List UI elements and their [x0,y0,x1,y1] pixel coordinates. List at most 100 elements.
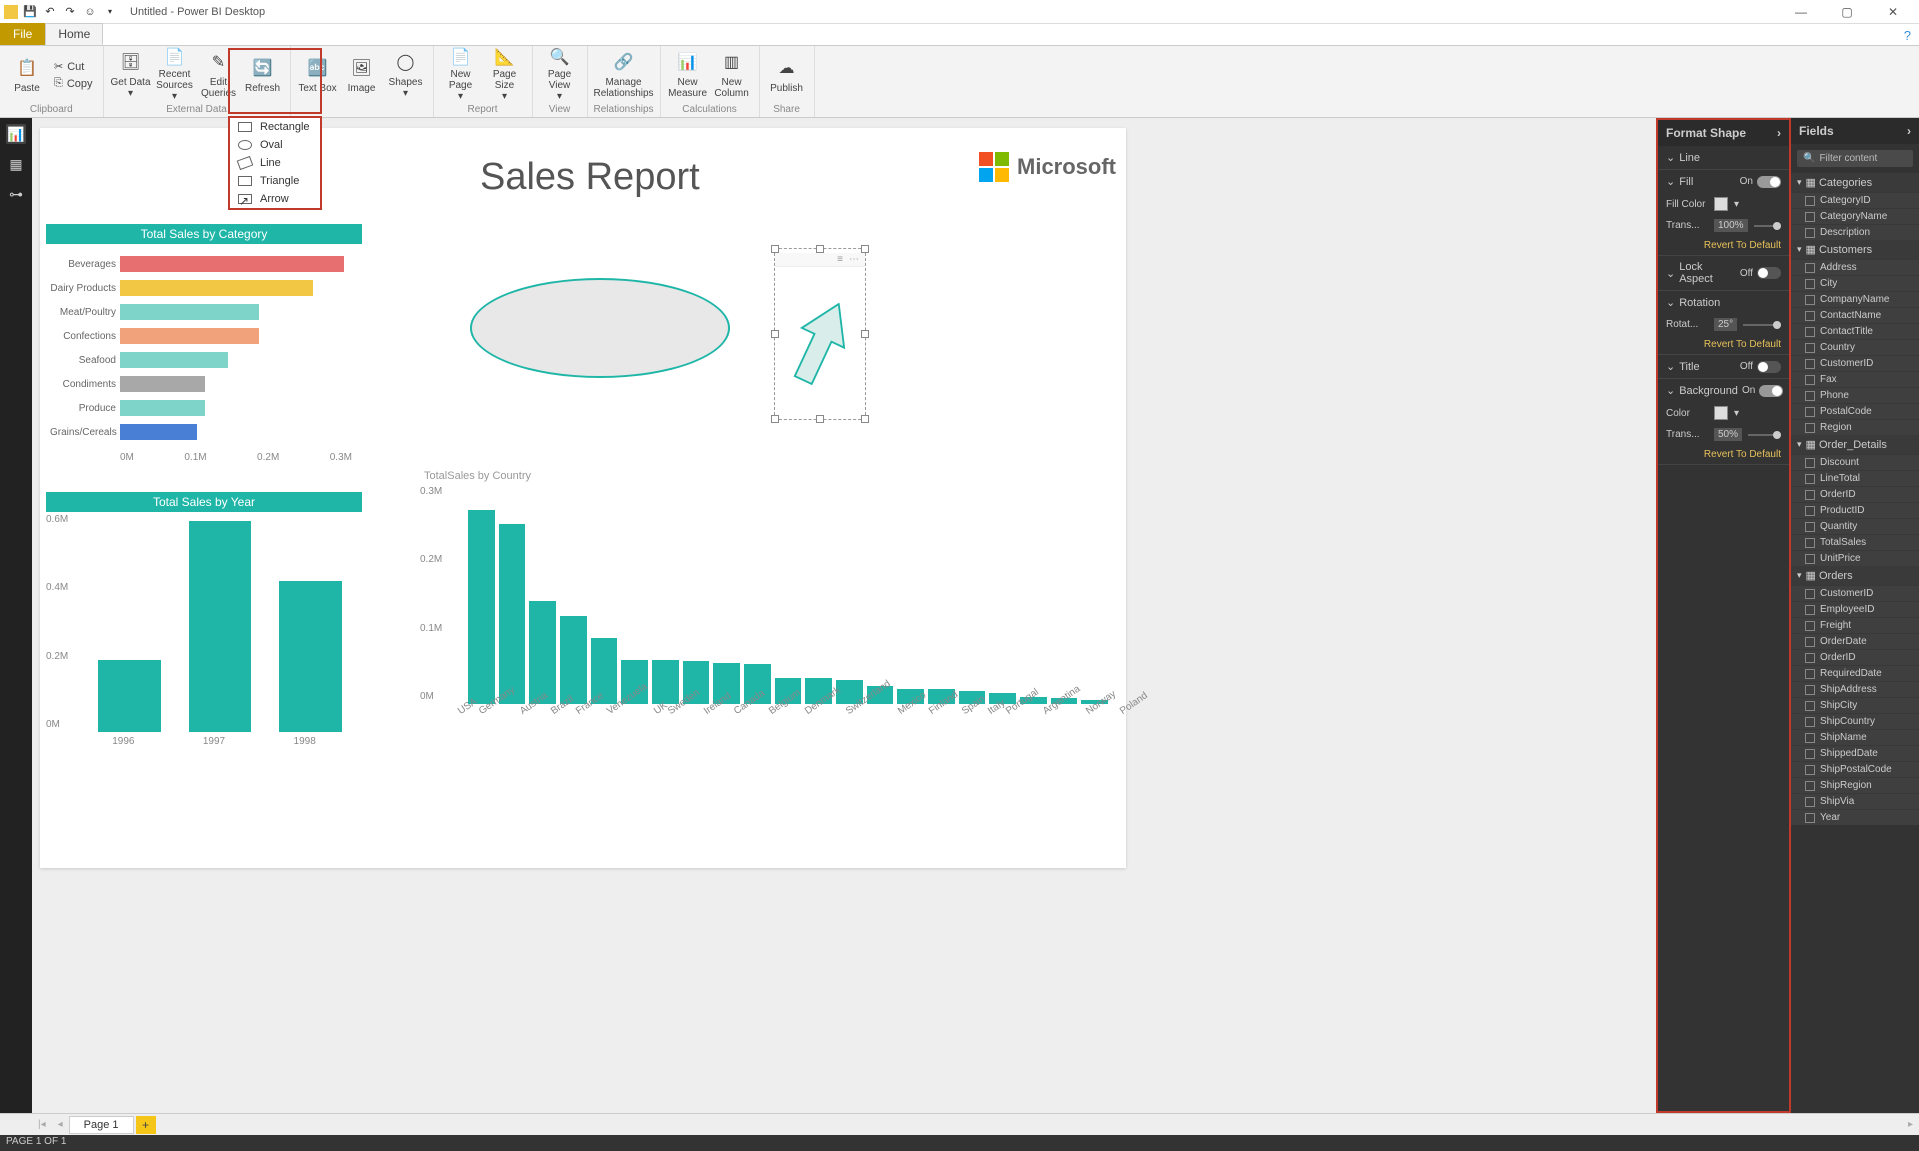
help-icon[interactable]: ? [1896,26,1919,45]
publish-button[interactable]: ☁Publish [766,48,808,102]
table-Orders[interactable]: ▾ ▦ Orders [1791,566,1919,585]
field-OrderID[interactable]: OrderID [1791,486,1919,502]
chart-year[interactable]: Total Sales by Year 0.6M0.4M0.2M0M 19961… [46,492,362,747]
qat-save-icon[interactable]: 💾 [22,4,38,20]
chart-country[interactable]: TotalSales by Country 0.3M0.2M0.1M0M USA… [420,468,1120,719]
shape-drag-icon[interactable]: ≡ [837,254,843,265]
refresh-button[interactable]: 🔄Refresh [242,48,284,102]
lockaspect-toggle[interactable] [1757,267,1781,279]
shape-line[interactable]: Line [230,154,320,172]
section-title[interactable]: ⌄ TitleOff [1658,355,1789,378]
section-lockaspect[interactable]: ⌄ Lock AspectOff [1658,256,1789,290]
window-minimize-icon[interactable]: — [1787,5,1815,19]
field-TotalSales[interactable]: TotalSales [1791,534,1919,550]
window-close-icon[interactable]: ✕ [1879,5,1907,19]
table-Categories[interactable]: ▾ ▦ Categories [1791,173,1919,192]
field-CompanyName[interactable]: CompanyName [1791,291,1919,307]
view-data-icon[interactable]: ▦ [6,154,26,174]
recent-sources-button[interactable]: 📄Recent Sources▾ [154,48,196,102]
image-button[interactable]: 🖼Image [341,48,383,102]
field-Freight[interactable]: Freight [1791,617,1919,633]
fields-collapse-icon[interactable]: › [1907,124,1911,138]
shape-triangle[interactable]: Triangle [230,172,320,190]
fill-color-picker[interactable] [1714,197,1728,211]
pagetab-first[interactable]: |◂ [32,1119,52,1130]
new-page-button[interactable]: 📄New Page▾ [440,48,482,102]
new-measure-button[interactable]: 📊New Measure [667,48,709,102]
arrow-shape-selected[interactable]: ≡⋯ [774,248,866,420]
field-Quantity[interactable]: Quantity [1791,518,1919,534]
fields-search[interactable]: 🔍Filter content [1797,150,1913,167]
field-OrderID[interactable]: OrderID [1791,649,1919,665]
field-CategoryName[interactable]: CategoryName [1791,208,1919,224]
shape-arrow[interactable]: ↗Arrow [230,190,320,208]
view-relationships-icon[interactable]: ⊶ [6,184,26,204]
page-view-button[interactable]: 🔍Page View▾ [539,48,581,102]
view-report-icon[interactable]: 📊 [6,124,26,144]
field-ShipName[interactable]: ShipName [1791,729,1919,745]
bg-trans-slider[interactable] [1748,434,1781,436]
report-canvas[interactable]: Sales Report Microsoft Total Sales by Ca… [40,128,1126,868]
field-ContactName[interactable]: ContactName [1791,307,1919,323]
table-Customers[interactable]: ▾ ▦ Customers [1791,240,1919,259]
field-PostalCode[interactable]: PostalCode [1791,403,1919,419]
field-Discount[interactable]: Discount [1791,454,1919,470]
title-toggle[interactable] [1757,361,1781,373]
field-ShipPostalCode[interactable]: ShipPostalCode [1791,761,1919,777]
pagetab-prev[interactable]: ◂ [52,1119,69,1130]
field-OrderDate[interactable]: OrderDate [1791,633,1919,649]
shapes-button[interactable]: ◯Shapes▾ [385,48,427,102]
text-box-button[interactable]: 🔤Text Box [297,48,339,102]
field-ShipRegion[interactable]: ShipRegion [1791,777,1919,793]
section-line[interactable]: ⌄ Line [1658,146,1789,169]
get-data-button[interactable]: 🗄Get Data▾ [110,48,152,102]
section-rotation[interactable]: ⌄ Rotation [1658,291,1789,314]
field-ShipCity[interactable]: ShipCity [1791,697,1919,713]
field-ProductID[interactable]: ProductID [1791,502,1919,518]
field-Country[interactable]: Country [1791,339,1919,355]
section-fill[interactable]: ⌄ FillOn [1658,170,1789,193]
fill-toggle[interactable] [1757,176,1781,188]
qat-smiley-icon[interactable]: ☺ [82,4,98,20]
shape-oval[interactable]: Oval [230,136,320,154]
field-CategoryID[interactable]: CategoryID [1791,192,1919,208]
field-Fax[interactable]: Fax [1791,371,1919,387]
window-maximize-icon[interactable]: ▢ [1833,5,1861,19]
field-ShippedDate[interactable]: ShippedDate [1791,745,1919,761]
copy-button[interactable]: ⎘ Copy [50,76,97,91]
oval-shape[interactable] [470,278,730,378]
chart-category[interactable]: Total Sales by Category BeveragesDairy P… [46,224,362,463]
field-EmployeeID[interactable]: EmployeeID [1791,601,1919,617]
qat-redo-icon[interactable]: ↷ [62,4,78,20]
tab-home[interactable]: Home [45,23,103,45]
section-background[interactable]: ⌄ BackgroundOn [1658,379,1789,402]
field-ShipCountry[interactable]: ShipCountry [1791,713,1919,729]
table-Order_Details[interactable]: ▾ ▦ Order_Details [1791,435,1919,454]
field-Phone[interactable]: Phone [1791,387,1919,403]
qat-undo-icon[interactable]: ↶ [42,4,58,20]
shape-more-icon[interactable]: ⋯ [849,254,859,265]
fill-revert[interactable]: Revert To Default [1658,236,1789,255]
shape-rectangle[interactable]: Rectangle [230,118,320,136]
field-Address[interactable]: Address [1791,259,1919,275]
rotation-revert[interactable]: Revert To Default [1658,335,1789,354]
field-City[interactable]: City [1791,275,1919,291]
field-CustomerID[interactable]: CustomerID [1791,355,1919,371]
fill-trans-slider[interactable] [1754,225,1781,227]
background-toggle[interactable] [1759,385,1783,397]
add-page-button[interactable]: + [136,1116,156,1134]
cut-button[interactable]: ✂ Cut [50,59,97,74]
collapse-icon[interactable]: › [1777,126,1781,140]
field-Description[interactable]: Description [1791,224,1919,240]
tab-file[interactable]: File [0,23,45,45]
field-ShipVia[interactable]: ShipVia [1791,793,1919,809]
field-LineTotal[interactable]: LineTotal [1791,470,1919,486]
new-column-button[interactable]: ▥New Column [711,48,753,102]
field-Region[interactable]: Region [1791,419,1919,435]
field-ShipAddress[interactable]: ShipAddress [1791,681,1919,697]
page-size-button[interactable]: 📐Page Size▾ [484,48,526,102]
field-RequiredDate[interactable]: RequiredDate [1791,665,1919,681]
manage-relationships-button[interactable]: 🔗Manage Relationships [594,48,654,102]
page-tab-1[interactable]: Page 1 [69,1116,134,1134]
qat-dropdown-icon[interactable]: ▾ [102,4,118,20]
